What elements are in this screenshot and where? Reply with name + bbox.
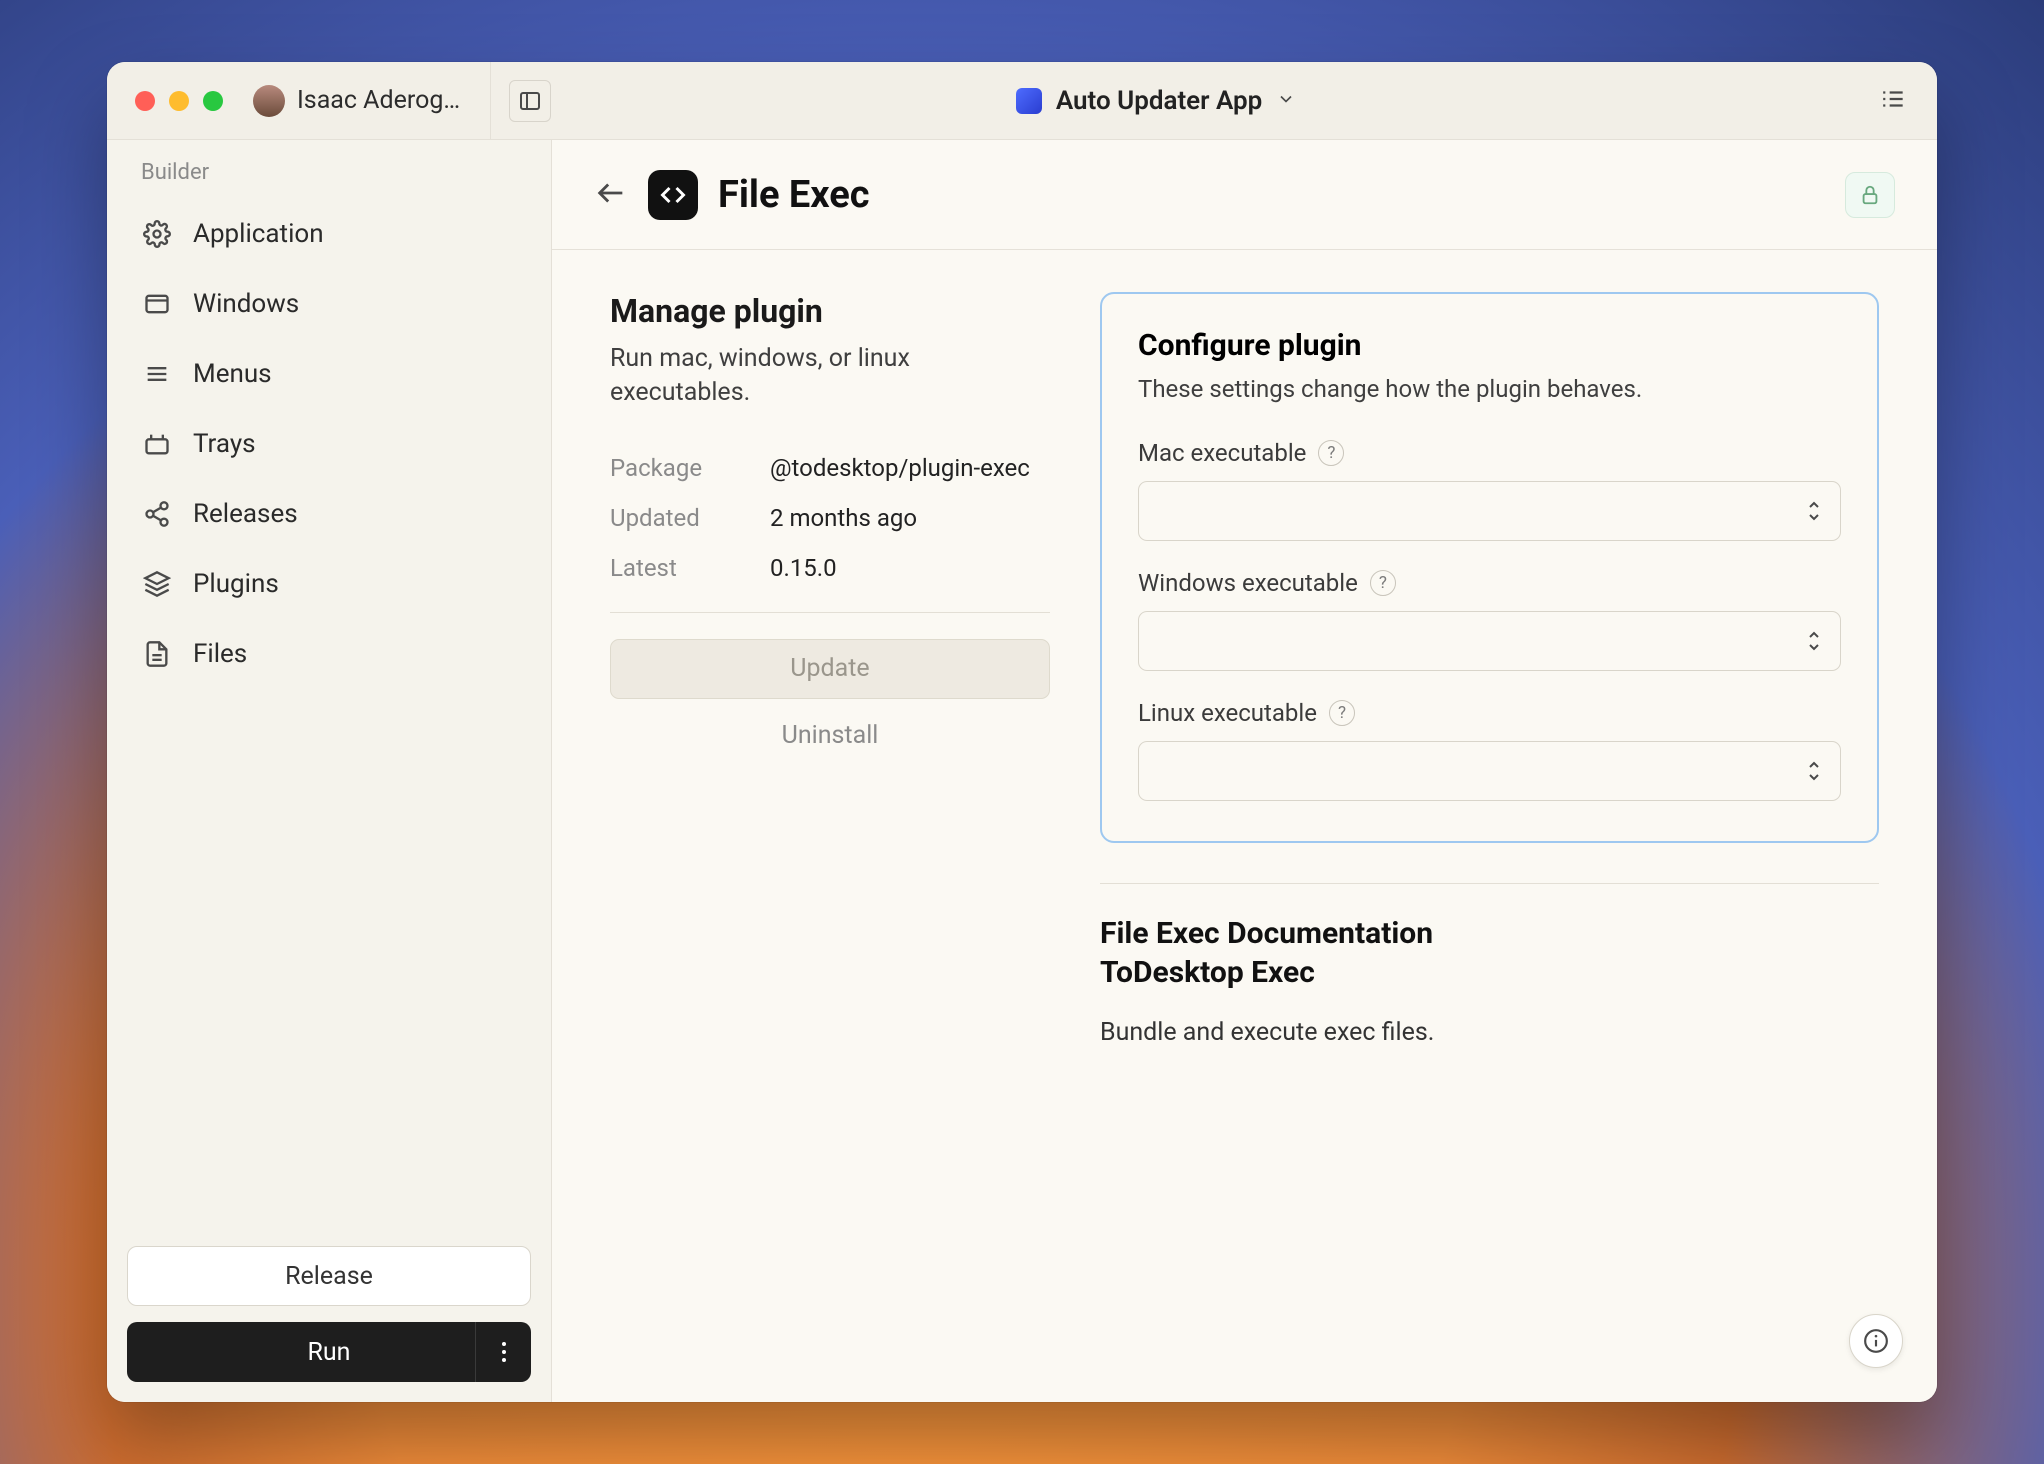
divider	[1100, 883, 1879, 884]
project-icon	[1016, 88, 1042, 114]
sidebar-item-menus[interactable]: Menus	[125, 341, 533, 407]
doc-title: File Exec Documentation ToDesktop Exec	[1100, 914, 1879, 992]
field-label: Linux executable	[1138, 699, 1317, 727]
sidebar-item-plugins[interactable]: Plugins	[125, 551, 533, 617]
meta-val-package: @todesktop/plugin-exec	[770, 454, 1050, 482]
gear-icon	[143, 220, 171, 248]
lock-icon	[1859, 184, 1881, 206]
sidebar-item-label: Files	[193, 639, 247, 669]
sidebar-item-label: Windows	[193, 289, 299, 319]
release-button-label: Release	[285, 1262, 373, 1291]
help-icon[interactable]: ?	[1318, 440, 1344, 466]
configure-plugin-card: Configure plugin These settings change h…	[1100, 292, 1879, 843]
window-icon	[143, 290, 171, 318]
select-arrows-icon	[1806, 630, 1822, 652]
meta-key-updated: Updated	[610, 504, 750, 532]
page-header: File Exec	[552, 140, 1937, 250]
lock-button[interactable]	[1845, 172, 1895, 218]
sidebar-item-files[interactable]: Files	[125, 621, 533, 687]
code-icon	[659, 181, 687, 209]
list-icon	[1881, 86, 1907, 112]
menu-icon	[143, 360, 171, 388]
sidebar-item-application[interactable]: Application	[125, 201, 533, 267]
configure-heading: Configure plugin	[1138, 328, 1841, 363]
sidebar-toggle-button[interactable]	[509, 80, 551, 122]
doc-title-line2: ToDesktop Exec	[1100, 953, 1879, 992]
main-pane: File Exec Manage plugin Run mac, windows…	[552, 140, 1937, 1402]
field-windows-executable: Windows executable ?	[1138, 569, 1841, 671]
help-icon[interactable]: ?	[1329, 700, 1355, 726]
app-window: Isaac Aderog… Auto Updater App Builder A…	[107, 62, 1937, 1402]
minimize-window-button[interactable]	[169, 91, 189, 111]
sidebar-nav: Application Windows Menus Trays Releases	[107, 195, 551, 693]
field-mac-executable: Mac executable ?	[1138, 439, 1841, 541]
avatar	[253, 85, 285, 117]
titlebar: Isaac Aderog… Auto Updater App	[107, 62, 1937, 140]
mac-executable-select[interactable]	[1138, 481, 1841, 541]
meta-key-package: Package	[610, 454, 750, 482]
panel-icon	[518, 89, 542, 113]
list-view-button[interactable]	[1881, 86, 1907, 116]
run-button-more[interactable]	[475, 1322, 531, 1382]
sidebar-item-windows[interactable]: Windows	[125, 271, 533, 337]
chevron-down-icon	[1276, 86, 1296, 116]
windows-executable-select[interactable]	[1138, 611, 1841, 671]
divider	[610, 612, 1050, 613]
user-name: Isaac Aderog…	[297, 86, 460, 115]
project-switcher[interactable]: Auto Updater App	[1016, 86, 1296, 116]
file-icon	[143, 640, 171, 668]
update-button-label: Update	[790, 654, 869, 683]
manage-subheading: Run mac, windows, or linux executables.	[610, 342, 1050, 410]
sidebar-item-label: Plugins	[193, 569, 279, 599]
sidebar-item-releases[interactable]: Releases	[125, 481, 533, 547]
uninstall-button[interactable]: Uninstall	[610, 699, 1050, 772]
meta-val-latest: 0.15.0	[770, 554, 1050, 582]
configure-desc: These settings change how the plugin beh…	[1138, 373, 1841, 405]
titlebar-divider	[490, 62, 491, 140]
field-label: Windows executable	[1138, 569, 1358, 597]
sidebar-section-label: Builder	[107, 140, 551, 195]
manage-plugin-section: Manage plugin Run mac, windows, or linux…	[610, 292, 1050, 772]
info-button[interactable]	[1849, 1314, 1903, 1368]
info-icon	[1863, 1328, 1889, 1354]
linux-executable-select[interactable]	[1138, 741, 1841, 801]
sidebar-item-label: Trays	[193, 429, 256, 459]
uninstall-button-label: Uninstall	[782, 721, 879, 750]
plugin-icon	[648, 170, 698, 220]
share-icon	[143, 500, 171, 528]
manage-heading: Manage plugin	[610, 292, 1050, 330]
help-icon[interactable]: ?	[1370, 570, 1396, 596]
run-button-label: Run	[308, 1338, 351, 1367]
sidebar-item-label: Application	[193, 219, 324, 249]
page-title: File Exec	[718, 173, 870, 217]
sidebar-item-label: Releases	[193, 499, 298, 529]
main-content: Manage plugin Run mac, windows, or linux…	[552, 250, 1937, 1402]
back-button[interactable]	[594, 176, 628, 214]
field-linux-executable: Linux executable ?	[1138, 699, 1841, 801]
field-label: Mac executable	[1138, 439, 1306, 467]
layers-icon	[143, 570, 171, 598]
doc-title-line1: File Exec Documentation	[1100, 914, 1879, 953]
kebab-icon	[501, 1341, 507, 1363]
close-window-button[interactable]	[135, 91, 155, 111]
account-chip[interactable]: Isaac Aderog…	[253, 85, 460, 117]
run-button[interactable]: Run	[127, 1322, 531, 1382]
arrow-left-icon	[594, 176, 628, 210]
update-button[interactable]: Update	[610, 639, 1050, 699]
meta-key-latest: Latest	[610, 554, 750, 582]
release-button[interactable]: Release	[127, 1246, 531, 1306]
meta-val-updated: 2 months ago	[770, 504, 1050, 532]
sidebar-item-trays[interactable]: Trays	[125, 411, 533, 477]
select-arrows-icon	[1806, 500, 1822, 522]
zoom-window-button[interactable]	[203, 91, 223, 111]
tray-icon	[143, 430, 171, 458]
select-arrows-icon	[1806, 760, 1822, 782]
sidebar-item-label: Menus	[193, 359, 272, 389]
doc-sub: Bundle and execute exec files.	[1100, 1018, 1879, 1047]
sidebar: Builder Application Windows Menus Trays	[107, 140, 552, 1402]
project-name: Auto Updater App	[1056, 86, 1262, 116]
window-controls	[107, 91, 223, 111]
plugin-meta: Package @todesktop/plugin-exec Updated 2…	[610, 444, 1050, 582]
